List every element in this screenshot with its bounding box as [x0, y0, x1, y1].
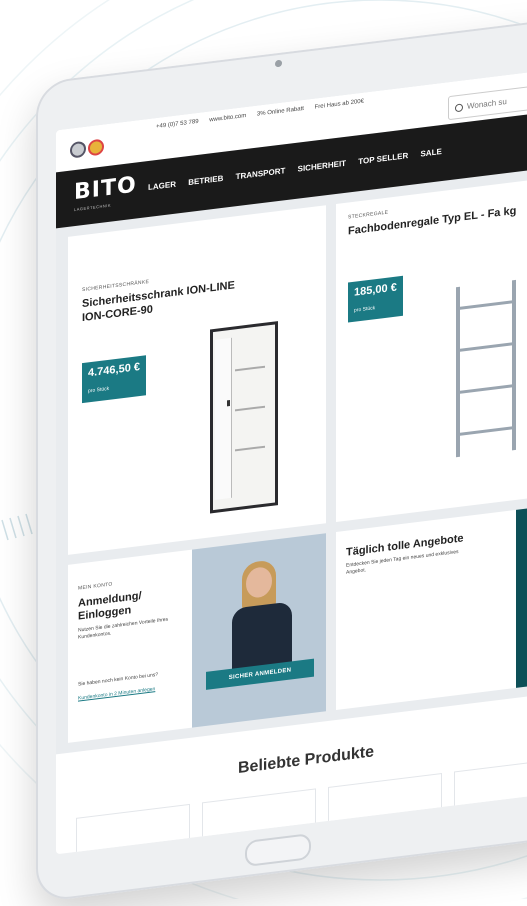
search-placeholder: Wonach su	[467, 96, 507, 111]
product-title[interactable]: Fachbodenregale Typ EL - Fa kg	[348, 200, 527, 239]
rack-post	[456, 286, 460, 458]
product-category: STECKREGALE	[348, 209, 389, 221]
logo[interactable]: BITO	[74, 172, 137, 205]
price-badge: 185,00 € pro Stück	[348, 275, 403, 323]
cabinet-shelf	[235, 445, 265, 452]
nav-item-transport[interactable]: TRANSPORT	[236, 166, 286, 181]
tablet-screen: +49 (0)7 53 789 www.bito.com 3% Online R…	[56, 68, 527, 855]
rack-shelf	[456, 299, 516, 311]
cabinet-shelf	[235, 365, 265, 372]
website-info[interactable]: www.bito.com	[209, 113, 246, 124]
shelving-rack-image[interactable]	[456, 279, 516, 458]
account-kicker: MEIN KONTO	[78, 581, 113, 592]
language-flag-de-icon[interactable]	[88, 138, 104, 157]
account-card: MEIN KONTO Anmeldung/ Einloggen Nutzen S…	[68, 549, 192, 743]
product-card-safety-cabinet[interactable]: SICHERHEITSSCHRÄNKE Sicherheitsschrank I…	[68, 205, 326, 555]
nav-item-lager[interactable]: LAGER	[148, 180, 176, 192]
price-badge: 4.746,50 € pro Stück	[82, 355, 146, 404]
offers-image	[516, 504, 527, 688]
safety-cabinet-image[interactable]	[210, 321, 278, 514]
search-icon	[455, 103, 463, 113]
price-unit: pro Stück	[354, 305, 376, 314]
nav-item-sale[interactable]: SALE	[420, 147, 441, 159]
nav-item-sicherheit[interactable]: SICHERHEIT	[298, 159, 346, 174]
cabinet-shelf	[235, 405, 265, 412]
price-unit: pro Stück	[88, 385, 110, 395]
rack-post	[512, 279, 516, 451]
daily-offers-card[interactable]: Täglich tolle Angebote Entdecken Sie jed…	[336, 509, 516, 710]
product-price: 4.746,50 €	[88, 361, 140, 380]
discount-info: 3% Online Rabatt	[256, 105, 304, 118]
rack-shelf	[456, 341, 516, 353]
shipping-info: Frei Haus ab 200€	[314, 98, 364, 111]
tablet-device: +49 (0)7 53 789 www.bito.com 3% Online R…	[10, 0, 527, 903]
rack-shelf	[456, 425, 516, 437]
language-flag-icon[interactable]	[70, 140, 86, 159]
phone-info: +49 (0)7 53 789	[156, 118, 199, 131]
nav-item-betrieb[interactable]: BETRIEB	[188, 174, 223, 187]
product-card-shelving[interactable]: STECKREGALE Fachbodenregale Typ EL - Fa …	[336, 176, 527, 522]
search-input[interactable]: Wonach su	[448, 82, 527, 121]
nav-item-top-seller[interactable]: TOP SELLER	[358, 151, 408, 166]
rack-shelf	[456, 383, 516, 395]
cabinet-handle	[227, 399, 230, 407]
cabinet-door	[215, 337, 232, 500]
product-price: 185,00 €	[354, 281, 397, 299]
